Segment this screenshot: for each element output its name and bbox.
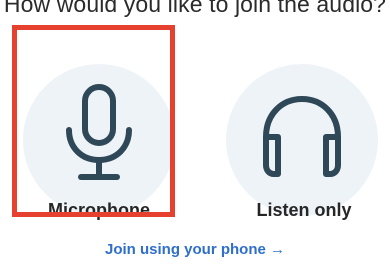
selection-highlight [12,25,175,217]
dialog-prompt: How would you like to join the audio? [3,0,387,17]
headphones-icon [263,96,341,177]
join-by-phone-link[interactable]: Join using your phone → [0,241,390,258]
join-audio-dialog: How would you like to join the audio? Mi… [0,0,390,269]
listen-only-option-circle[interactable] [226,64,378,216]
listen-only-option-label[interactable]: Listen only [215,200,390,221]
